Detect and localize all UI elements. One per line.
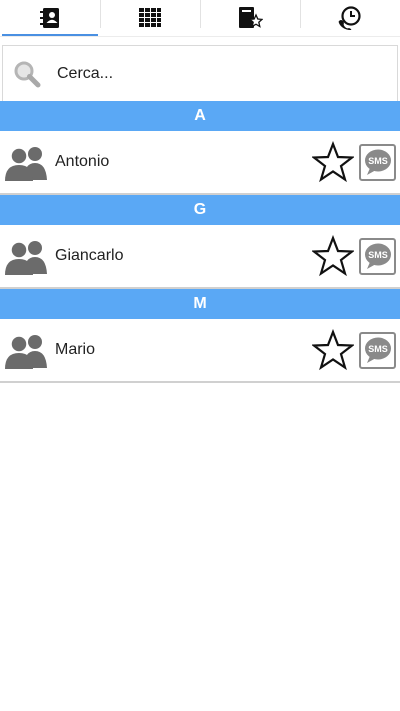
- call-history-icon: [338, 6, 361, 30]
- search-bar: [0, 37, 400, 101]
- sms-label: SMS: [368, 344, 388, 354]
- search-box[interactable]: [2, 45, 398, 101]
- section-header-g: G: [0, 195, 400, 225]
- contact-name: Giancarlo: [55, 247, 124, 264]
- search-input[interactable]: [51, 64, 397, 83]
- favorites-book-icon: [239, 7, 263, 28]
- sms-bubble-icon: SMS: [364, 149, 391, 175]
- tab-bar: [0, 0, 400, 37]
- sms-bubble-icon: SMS: [364, 243, 391, 269]
- contact-row[interactable]: Antonio SMS: [0, 131, 400, 195]
- contact-avatar-icon: [0, 330, 52, 370]
- sms-button[interactable]: SMS: [359, 331, 396, 369]
- contact-row[interactable]: Giancarlo SMS: [0, 225, 400, 289]
- sms-bubble-icon: SMS: [364, 337, 391, 363]
- contacts-book-icon: [40, 8, 59, 28]
- tab-contacts[interactable]: [0, 0, 100, 36]
- tab-dialpad[interactable]: [100, 0, 200, 36]
- contact-avatar-icon: [0, 142, 52, 182]
- search-icon: [3, 59, 51, 89]
- sms-button[interactable]: SMS: [359, 143, 396, 181]
- contact-list: A Antonio SMS G Giancarlo SMS M Mario SM…: [0, 101, 400, 383]
- section-header-m: M: [0, 289, 400, 319]
- favorite-star-icon[interactable]: [311, 234, 355, 278]
- section-header-a: A: [0, 101, 400, 131]
- tab-favorites[interactable]: [200, 0, 300, 36]
- sms-button[interactable]: SMS: [359, 237, 396, 275]
- favorite-star-icon[interactable]: [311, 328, 355, 372]
- contact-row[interactable]: Mario SMS: [0, 319, 400, 383]
- tab-call-history[interactable]: [300, 0, 400, 36]
- sms-label: SMS: [368, 250, 388, 260]
- sms-label: SMS: [368, 156, 388, 166]
- contact-avatar-icon: [0, 236, 52, 276]
- contact-name: Antonio: [55, 153, 110, 170]
- dialpad-icon: [139, 8, 161, 27]
- contact-name: Mario: [55, 341, 96, 358]
- favorite-star-icon[interactable]: [311, 140, 355, 184]
